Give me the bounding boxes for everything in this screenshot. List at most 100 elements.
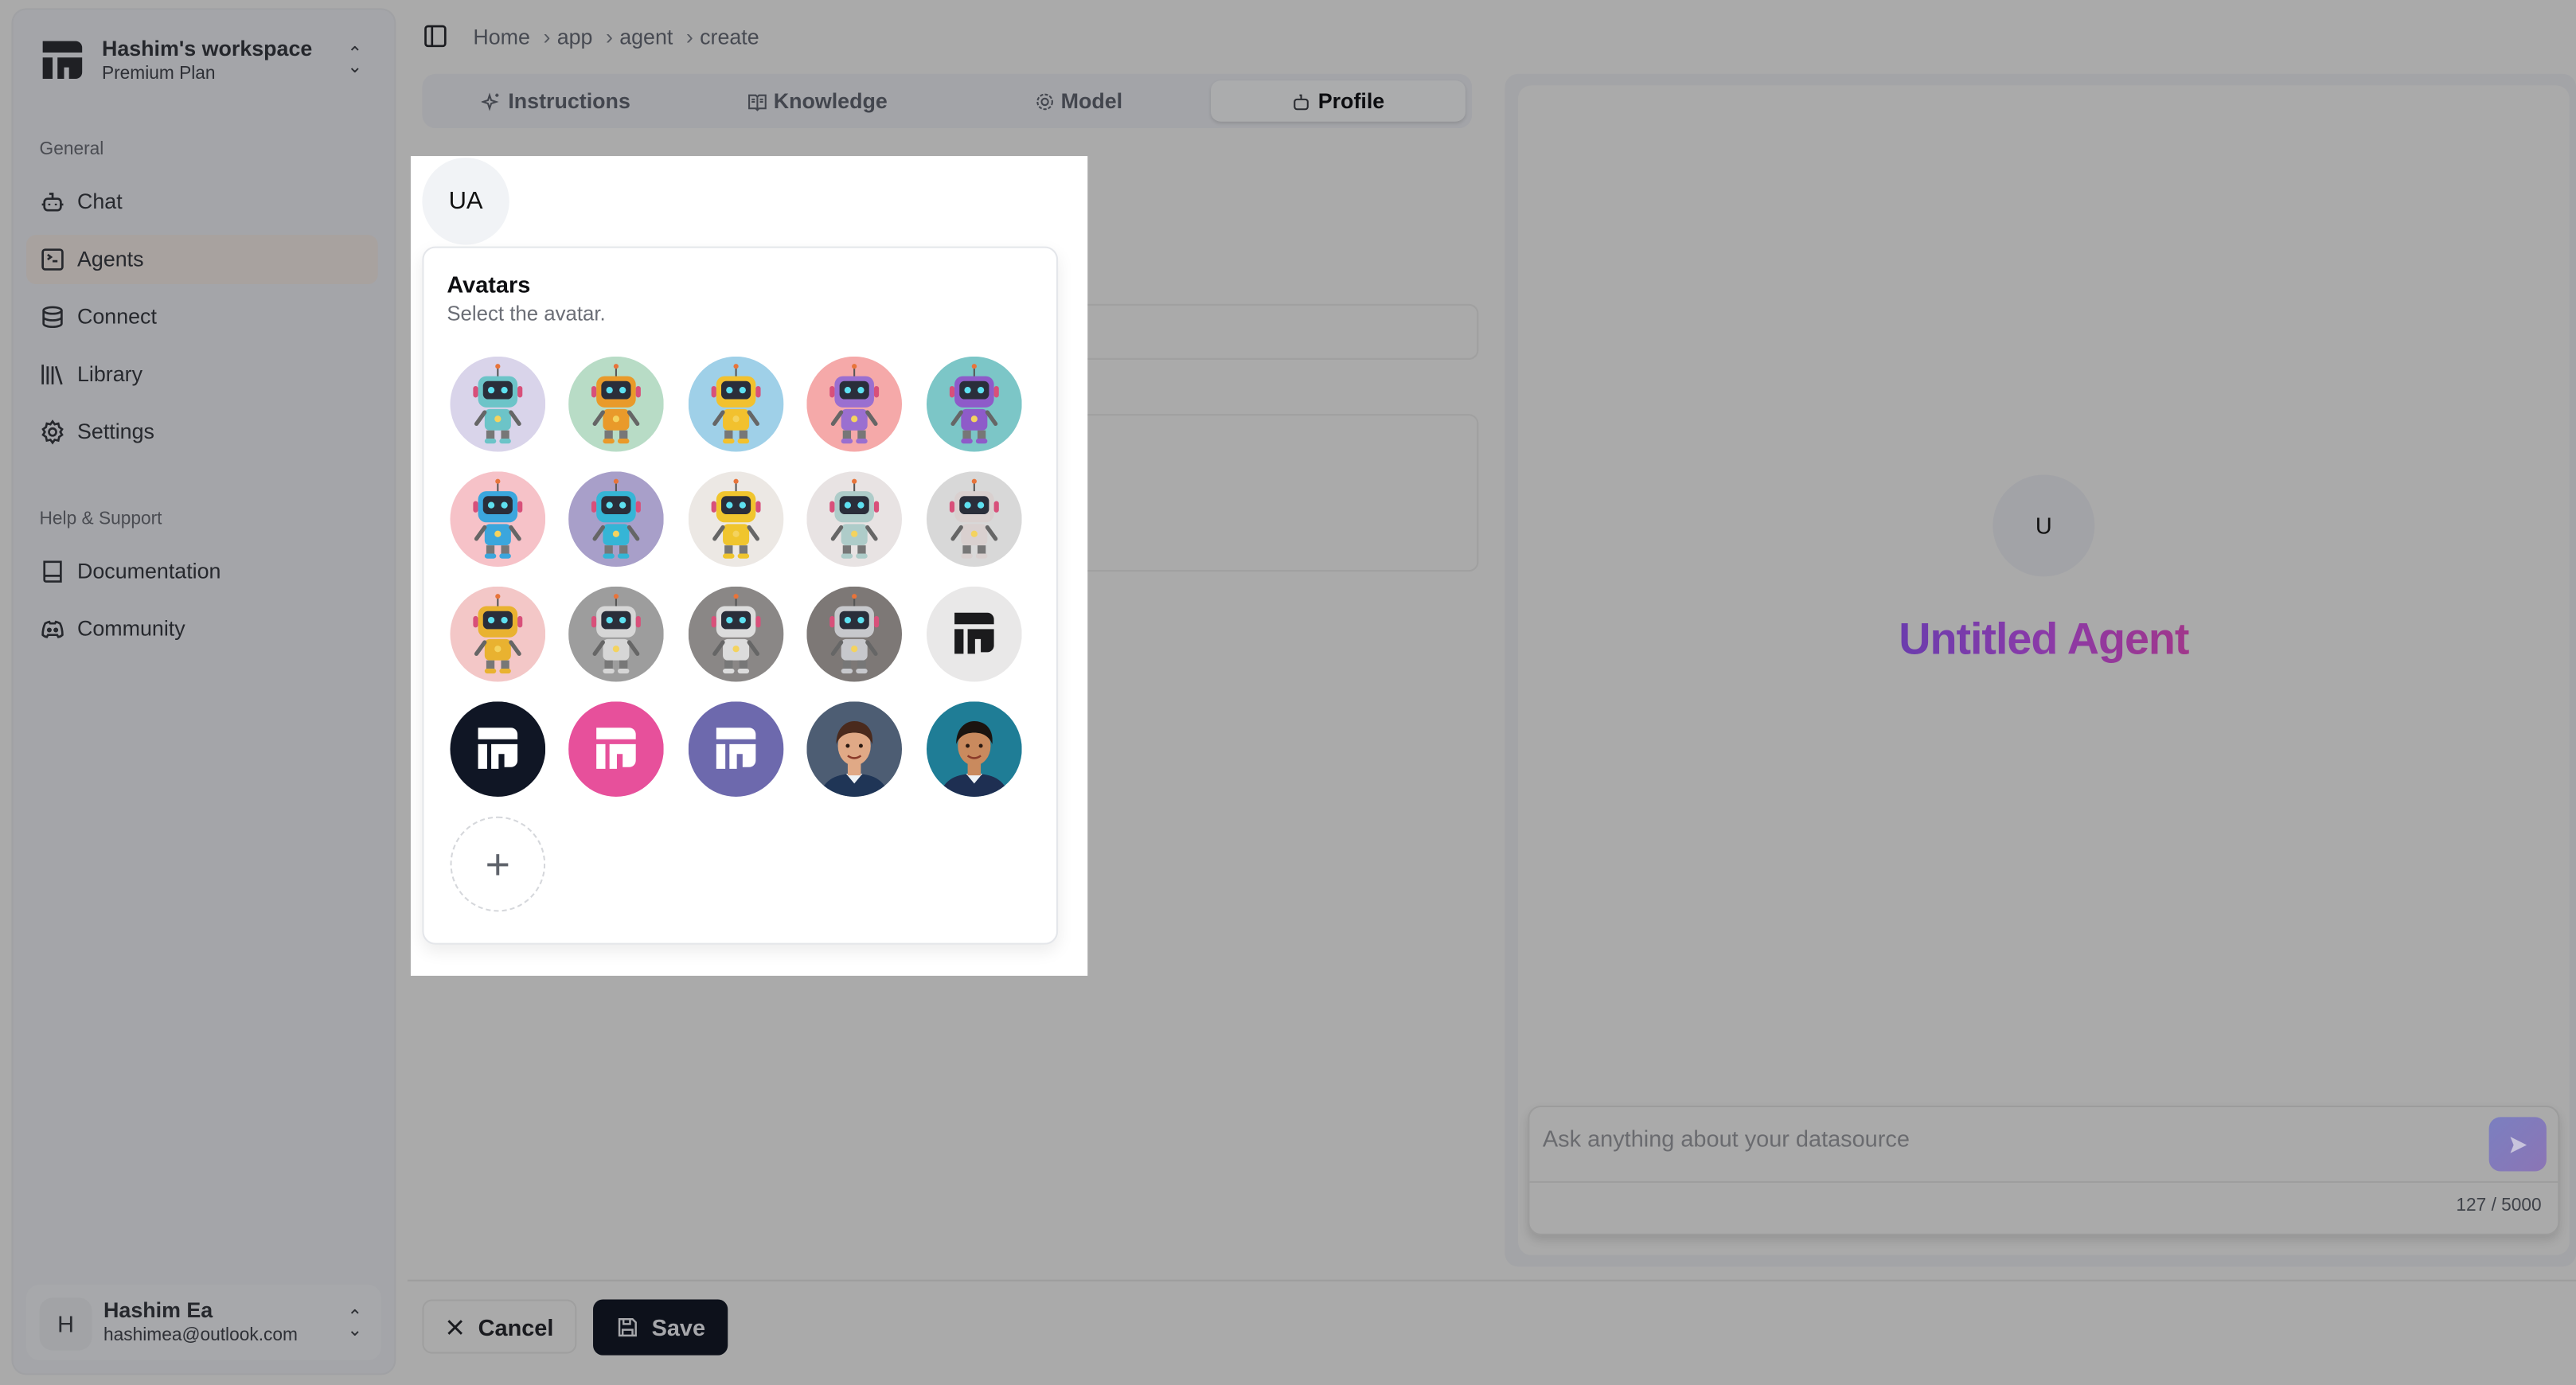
avatar-option-robot-purple[interactable] <box>806 356 903 452</box>
breadcrumb-app[interactable]: app <box>557 24 593 49</box>
tab-instructions[interactable]: Instructions <box>429 80 684 122</box>
chat-divider <box>1529 1180 2558 1183</box>
breadcrumb-create: create <box>700 23 759 49</box>
breadcrumb-separator-icon: › <box>685 23 693 49</box>
user-email: hashimea@outlook.com <box>103 1325 298 1346</box>
sidebar-toggle-icon[interactable] <box>423 25 447 48</box>
workspace-name: Hashim's workspace <box>101 36 313 61</box>
breadcrumb-home[interactable]: Home <box>473 24 530 49</box>
send-button[interactable] <box>2488 1117 2547 1172</box>
avatar-option-robot-purple-screen[interactable] <box>926 356 1022 452</box>
sidebar-item-connect[interactable]: Connect <box>26 292 378 341</box>
avatar-image <box>806 586 903 682</box>
tab-label: Knowledge <box>773 88 888 114</box>
avatar-option-robot-white[interactable] <box>688 586 784 682</box>
avatar-image <box>688 586 784 682</box>
chevrons-up-down-icon: ⌃ ⌄ <box>347 44 363 77</box>
avatar-option-robot-neon-ring[interactable] <box>450 586 546 682</box>
section-label-general: General <box>39 139 104 160</box>
sidebar-item-documentation[interactable]: Documentation <box>26 547 378 596</box>
avatar-option-robot-silver[interactable] <box>806 586 903 682</box>
sidebar-item-label: Connect <box>76 303 157 329</box>
section-label-help: Help & Support <box>39 509 162 529</box>
workspace-switcher[interactable]: Hashim's workspace Premium Plan ⌃ ⌄ <box>26 23 381 102</box>
avatar-option-person-woman[interactable] <box>806 701 903 797</box>
user-name: Hashim Ea <box>103 1297 213 1323</box>
breadcrumb-agent[interactable]: agent <box>619 24 673 49</box>
tab-label: Instructions <box>508 88 630 114</box>
brand-logo-icon <box>42 41 83 80</box>
cog-icon <box>1036 92 1053 110</box>
sidebar-item-community[interactable]: Community <box>26 604 378 653</box>
avatar-image <box>450 586 546 682</box>
avatar-image <box>688 471 784 568</box>
chat-input[interactable]: Ask anything about your datasource <box>1543 1126 1910 1152</box>
send-icon <box>2509 1136 2527 1153</box>
current-avatar[interactable]: UA <box>422 158 509 245</box>
avatar-image <box>926 356 1022 452</box>
avatar-option-robot-cyan[interactable] <box>568 471 664 568</box>
sidebar-item-settings[interactable]: Settings <box>26 408 378 457</box>
sidebar-item-label: Community <box>76 615 185 641</box>
avatar-option-robot-orange[interactable] <box>568 356 664 452</box>
avatar-option-logo-dark[interactable] <box>450 701 546 797</box>
user-menu[interactable]: H Hashim Ea hashimea@outlook.com ⌃ ⌄ <box>26 1284 381 1360</box>
char-count: 127 / 5000 <box>2456 1196 2542 1216</box>
avatar-option-robot-silver-pink[interactable] <box>926 471 1022 568</box>
breadcrumb: Home › app › agent › create <box>423 20 759 53</box>
preview-avatar: U <box>1992 474 2095 577</box>
cancel-button[interactable]: Cancel <box>422 1299 577 1354</box>
close-icon <box>447 1319 463 1334</box>
sidebar-item-label: Agents <box>76 246 144 271</box>
sidebar-item-label: Documentation <box>76 558 221 583</box>
sidebar-item-agents[interactable]: Agents <box>26 235 378 285</box>
plus-icon: + <box>485 838 511 888</box>
sparkles-icon <box>482 92 500 111</box>
sidebar-item-library[interactable]: Library <box>26 350 378 400</box>
preview-agent-name: Untitled Agent <box>1742 614 2346 665</box>
library-icon <box>41 365 63 385</box>
avatar-image <box>450 356 546 452</box>
workspace-plan: Premium Plan <box>101 64 216 84</box>
tab-label: Model <box>1060 88 1123 114</box>
avatar-option-robot-teal[interactable] <box>450 356 546 452</box>
avatar-image <box>568 471 664 568</box>
gear-icon <box>41 419 64 445</box>
avatar-picker-subtitle: Select the avatar. <box>447 302 606 326</box>
avatar-image <box>568 586 664 682</box>
sidebar-item-chat[interactable]: Chat <box>26 178 378 227</box>
avatar-image <box>568 701 664 797</box>
avatar-option-robot-grey[interactable] <box>568 586 664 682</box>
avatar-option-robot-blue-pink[interactable] <box>450 471 546 568</box>
breadcrumb-separator-icon: › <box>605 23 613 49</box>
avatar-image <box>926 471 1022 568</box>
chevrons-up-down-icon: ⌃ ⌄ <box>347 1307 363 1341</box>
avatar-option-robot-yellow-headphones[interactable] <box>688 356 784 452</box>
avatar-image <box>806 471 903 568</box>
sidebar-item-label: Library <box>76 361 143 386</box>
avatar-option-logo-light[interactable] <box>926 586 1022 682</box>
save-button[interactable]: Save <box>593 1299 728 1356</box>
avatar-option-logo-pink[interactable] <box>568 701 664 797</box>
avatar-option-logo-purple[interactable] <box>688 701 784 797</box>
avatar-image <box>806 701 903 797</box>
avatar-option-robot-silver-mint[interactable] <box>806 471 903 568</box>
book-open-icon <box>747 93 767 111</box>
avatar-option-robot-yellow-red[interactable] <box>688 471 784 568</box>
sidebar-item-label: Chat <box>76 189 123 214</box>
discord-icon <box>41 620 64 638</box>
cancel-label: Cancel <box>478 1313 554 1340</box>
tab-knowledge[interactable]: Knowledge <box>690 80 945 122</box>
avatar-option-person-man[interactable] <box>926 701 1022 797</box>
avatar-image <box>568 356 664 452</box>
footer-divider <box>407 1279 2576 1282</box>
sidebar-item-label: Settings <box>76 419 154 444</box>
avatar-image <box>806 356 903 452</box>
user-avatar: H <box>39 1297 92 1351</box>
tab-profile[interactable]: Profile <box>1211 80 1466 122</box>
save-icon <box>618 1317 637 1337</box>
avatar-image <box>926 701 1022 797</box>
add-avatar-button[interactable]: + <box>450 816 546 912</box>
bot-icon <box>1294 93 1309 110</box>
tab-model[interactable]: Model <box>951 80 1206 122</box>
